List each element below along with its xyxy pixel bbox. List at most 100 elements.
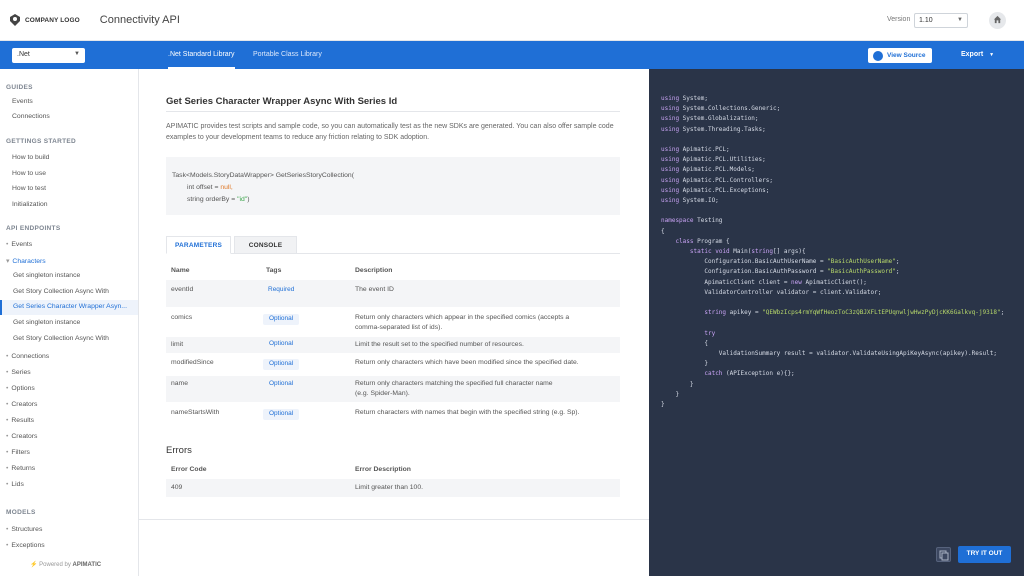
sidebar-item-label: Returns (11, 465, 36, 472)
code-line: ValidatorController validator = client.V… (661, 288, 882, 296)
sidebar-item-api-events[interactable]: • Events (6, 241, 32, 248)
sidebar-item-label: Creators (11, 401, 38, 408)
sidebar-subitem[interactable]: Get singleton instance (13, 319, 80, 326)
tab-portable-class-library[interactable]: Portable Class Library (253, 41, 322, 69)
sidebar-item-results[interactable]: • Results (6, 417, 34, 424)
code-line: try (704, 329, 716, 337)
sidebar-item-filters[interactable]: • Filters (6, 449, 30, 456)
code-line: using Apimatic.PCL.Models; (661, 166, 755, 174)
sidebar-subitem[interactable]: Get singleton instance (13, 272, 80, 279)
code-line: Configuration.BasicAuthUserName = "Basic… (661, 258, 900, 266)
github-icon (873, 50, 883, 61)
bullet-icon: • (6, 465, 9, 472)
sidebar-item-exceptions[interactable]: • Exceptions (6, 542, 45, 549)
home-button[interactable] (989, 12, 1006, 29)
errors-title: Errors (166, 445, 192, 456)
sidebar-item-structures[interactable]: • Structures (6, 526, 42, 533)
tab-net-standard-library[interactable]: .Net Standard Library (168, 41, 235, 69)
sidebar-subitem[interactable]: Get Story Collection Async With (13, 288, 109, 295)
top-header: COMPANY LOGO Connectivity API (0, 0, 1024, 41)
signature-param: string orderBy = "id") (172, 194, 620, 206)
code-line: namespace Testing (661, 217, 723, 225)
intro-text: APIMATIC provides test scripts and sampl… (166, 123, 614, 141)
sidebar-item-connections[interactable]: • Connections (6, 353, 49, 360)
method-signature: Task<Models.StoryDataWrapper> GetSeriesS… (166, 157, 620, 215)
param-name: modifiedSince (171, 359, 214, 366)
code-line: using Apimatic.PCL.Exceptions; (661, 186, 770, 194)
code-line: { (661, 227, 665, 235)
sidebar-item-options[interactable]: • Options (6, 385, 35, 392)
sidebar-heading-guides: GUIDES (6, 84, 33, 91)
chevron-down-icon: ▼ (957, 17, 963, 23)
sidebar-item-how-to-build[interactable]: How to build (12, 154, 49, 161)
company-logo[interactable]: COMPANY LOGO (9, 14, 80, 26)
param-decl: int offset = (187, 184, 221, 191)
signature-line: Task<Models.StoryDataWrapper> GetSeriesS… (172, 172, 354, 179)
sidebar-item-label: Series (11, 369, 31, 376)
sidebar-heading-api-endpoints: API ENDPOINTS (6, 225, 61, 232)
copy-button[interactable] (936, 547, 951, 562)
code-line: catch (APIException e){}; (704, 370, 795, 378)
sidebar-item-creators-2[interactable]: • Creators (6, 433, 37, 440)
sidebar-item-label: Lids (11, 481, 24, 488)
sidebar-subitem[interactable]: Get Story Collection Async With (13, 335, 109, 342)
column-header-name: Name (171, 267, 190, 274)
param-description: Return only characters which appear in t… (355, 314, 570, 321)
code-line: ApimaticClient client = new ApimaticClie… (661, 278, 867, 286)
code-line: string apikey = "QEWbzIcps4rmYqWfHeozToC… (704, 309, 1005, 317)
code-line: using Apimatic.PCL; (661, 146, 730, 153)
sidebar-item-connections[interactable]: Connections (12, 113, 50, 120)
table-row: nameStartsWith Optional Return character… (166, 405, 620, 425)
param-description: Return only characters matching the spec… (355, 380, 553, 387)
bullet-icon: • (6, 449, 9, 456)
sidebar-item-how-to-test[interactable]: How to test (12, 185, 46, 192)
param-description-cont: comma-separated list of ids). (355, 324, 443, 331)
table-row: limit Optional Limit the result set to t… (166, 337, 620, 353)
copy-icon (937, 550, 950, 563)
try-it-out-button[interactable]: TRY IT OUT (958, 546, 1011, 563)
tag-optional: Optional (269, 380, 294, 387)
tag-required: Required (268, 286, 295, 293)
sidebar-item-characters[interactable]: ▾ Characters (6, 257, 46, 265)
view-source-button[interactable]: View Source (868, 48, 932, 63)
sidebar-item-creators[interactable]: • Creators (6, 401, 37, 408)
param-description: Return characters with names that begin … (355, 409, 580, 416)
sidebar-item-label: Options (11, 385, 35, 392)
sidebar-item-events[interactable]: Events (12, 98, 33, 105)
sidebar-item-label: Events (11, 241, 33, 248)
export-menu[interactable]: Export ▼ (961, 51, 994, 58)
code-panel[interactable]: using System; using System.Collections.Ge… (649, 69, 1024, 576)
bullet-icon: • (6, 417, 9, 424)
sidebar-heading-getting-started: GETTINGS STARTED (6, 138, 77, 145)
param-name: comics (171, 314, 193, 321)
sidebar-item-initialization[interactable]: Initialization (12, 201, 48, 208)
content-tabs: PARAMETERS CONSOLE (166, 236, 620, 254)
language-value: .Net (17, 51, 30, 58)
tab-console[interactable]: CONSOLE (234, 236, 297, 254)
tag-optional: Optional (263, 359, 300, 370)
page-title: Get Series Character Wrapper Async With … (166, 96, 398, 107)
tag-optional: Optional (263, 409, 300, 420)
powered-by-brand: APIMATIC (72, 562, 102, 568)
language-select[interactable]: .Net ▼ (12, 48, 85, 63)
sidebar-item-lids[interactable]: • Lids (6, 481, 24, 488)
bullet-icon: • (6, 353, 9, 360)
param-default: null, (220, 184, 233, 191)
divider (166, 111, 620, 112)
bullet-icon: • (6, 433, 9, 440)
sidebar-item-how-to-use[interactable]: How to use (12, 170, 46, 177)
version-value: 1.10 (919, 17, 933, 24)
tab-parameters[interactable]: PARAMETERS (166, 236, 231, 254)
logo-text: COMPANY LOGO (25, 16, 80, 24)
code-line: using Apimatic.PCL.Controllers; (661, 176, 773, 184)
sidebar-item-series[interactable]: • Series (6, 369, 31, 376)
sidebar-subitem-active[interactable]: Get Series Character Wrapper Asyn... (13, 303, 127, 310)
view-source-label: View Source (887, 52, 926, 59)
sidebar-heading-models: MODELS (6, 509, 36, 516)
sidebar-item-returns[interactable]: • Returns (6, 465, 35, 472)
version-select[interactable]: 1.10 ▼ (914, 13, 968, 28)
table-row: eventId Required The event ID (166, 280, 620, 307)
powered-by[interactable]: ⚡ Powered by APIMATIC (30, 561, 101, 568)
param-close: ) (247, 196, 250, 203)
param-description: The event ID (355, 286, 394, 293)
